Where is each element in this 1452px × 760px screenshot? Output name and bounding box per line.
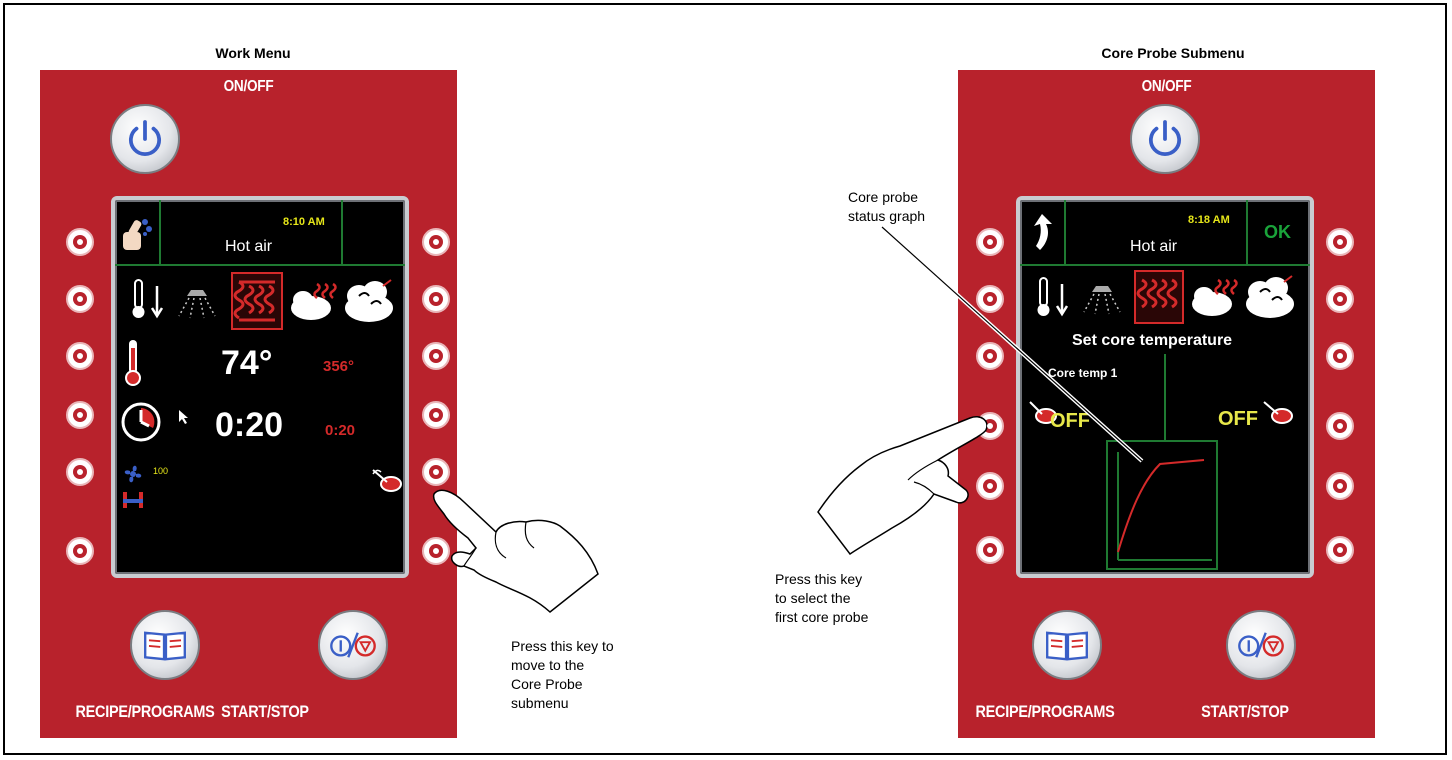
oven-rack-icon [123, 492, 143, 508]
steam-cloud-icon[interactable] [341, 276, 397, 326]
recipe-programs-button[interactable] [1032, 610, 1102, 680]
start-stop-button[interactable] [318, 610, 388, 680]
left-side-key-1[interactable] [66, 228, 94, 256]
pointing-hand-icon [817, 416, 988, 556]
core-probe-icon [1263, 401, 1293, 424]
power-icon [1148, 120, 1182, 156]
divider-line [1246, 200, 1248, 264]
ok-status: OK [1264, 222, 1291, 242]
power-button[interactable] [110, 104, 180, 174]
left-side-key-3[interactable] [66, 342, 94, 370]
right-side-key-3[interactable] [422, 342, 450, 370]
left-side-key-6[interactable] [66, 537, 94, 565]
divider-line [159, 200, 161, 264]
fan-icon [124, 465, 142, 483]
annotation-line: Core Probe [511, 676, 583, 692]
work-menu-annotation: Press this key to move to the Core Probe… [511, 637, 614, 713]
right-side-key-2[interactable] [422, 285, 450, 313]
right-side-key-3[interactable] [1326, 342, 1354, 370]
right-side-key-2[interactable] [1326, 285, 1354, 313]
annotation-line: Core probe [848, 189, 919, 205]
annotation-line: to select the [775, 590, 851, 606]
cleaning-hand-icon [123, 219, 152, 250]
fan-speed-value: 100 [153, 466, 169, 476]
hot-air-waves-icon [233, 280, 275, 322]
combi-steam-hot-air-icon[interactable] [1190, 274, 1240, 320]
right-side-key-4[interactable] [422, 401, 450, 429]
divider-line [1164, 354, 1166, 440]
recipe-book-icon [144, 631, 186, 661]
start-stop-icon [330, 632, 376, 658]
core-probe-icon [372, 469, 402, 492]
divider-line [115, 264, 405, 266]
left-side-key-5[interactable] [66, 458, 94, 486]
start-stop-icon [1238, 632, 1284, 658]
on-off-label: ON/OFF [223, 78, 274, 95]
start-stop-button[interactable] [1226, 610, 1296, 680]
time-setpoint[interactable]: 0:20 [325, 422, 355, 439]
right-side-key-5[interactable] [1326, 472, 1354, 500]
annotation-line: Press this key to [511, 638, 614, 654]
temperature-setpoint[interactable]: 356° [323, 358, 354, 375]
steam-spray-icon[interactable] [177, 284, 217, 320]
annotation-line: Press this key [775, 571, 863, 587]
recipe-programs-button[interactable] [130, 610, 200, 680]
cooking-time: 0:20 [215, 406, 284, 444]
clock-time: 8:18 AM [1188, 214, 1230, 226]
thermometer-icon [125, 340, 141, 386]
right-side-key-1[interactable] [1326, 228, 1354, 256]
annotation-line: submenu [511, 695, 569, 711]
right-side-key-1[interactable] [422, 228, 450, 256]
left-side-key-4[interactable] [66, 401, 94, 429]
power-icon [128, 120, 162, 156]
core-probe-annotation: Press this key to select the first core … [775, 570, 868, 627]
pointing-hand-icon [432, 489, 599, 613]
cursor-icon [179, 410, 188, 424]
hot-air-mode-selected[interactable] [231, 272, 283, 330]
start-stop-label: START/STOP [1201, 702, 1289, 721]
cooking-mode-label: Hot air [225, 238, 273, 255]
right-side-key-4[interactable] [1326, 412, 1354, 440]
work-menu-display: 8:10 AM Hot air 74° 356° 0:20 0:20 100 [111, 196, 409, 578]
power-button[interactable] [1130, 104, 1200, 174]
right-side-key-6[interactable] [1326, 536, 1354, 564]
core-probe-submenu-title: Core Probe Submenu [1101, 45, 1245, 61]
divider-line [341, 200, 343, 264]
annotation-line: first core probe [775, 609, 869, 625]
clock-time: 8:10 AM [283, 216, 325, 228]
annotation-line: status graph [848, 208, 926, 224]
on-off-label: ON/OFF [1141, 78, 1192, 95]
timer-clock-icon [121, 402, 161, 442]
combi-steam-hot-air-icon[interactable] [289, 278, 339, 324]
start-stop-label: START/STOP [221, 702, 309, 721]
annotation-line: move to the [511, 657, 585, 673]
work-menu-title: Work Menu [215, 45, 291, 61]
current-temperature: 74° [221, 344, 273, 382]
recipe-book-icon [1046, 631, 1088, 661]
graph-annotation: Core probe status graph [848, 188, 925, 226]
steam-cloud-icon[interactable] [1242, 272, 1298, 322]
core-probe-2-status[interactable]: OFF [1218, 408, 1258, 431]
thermometer-down-icon[interactable] [131, 276, 171, 324]
left-side-key-2[interactable] [66, 285, 94, 313]
